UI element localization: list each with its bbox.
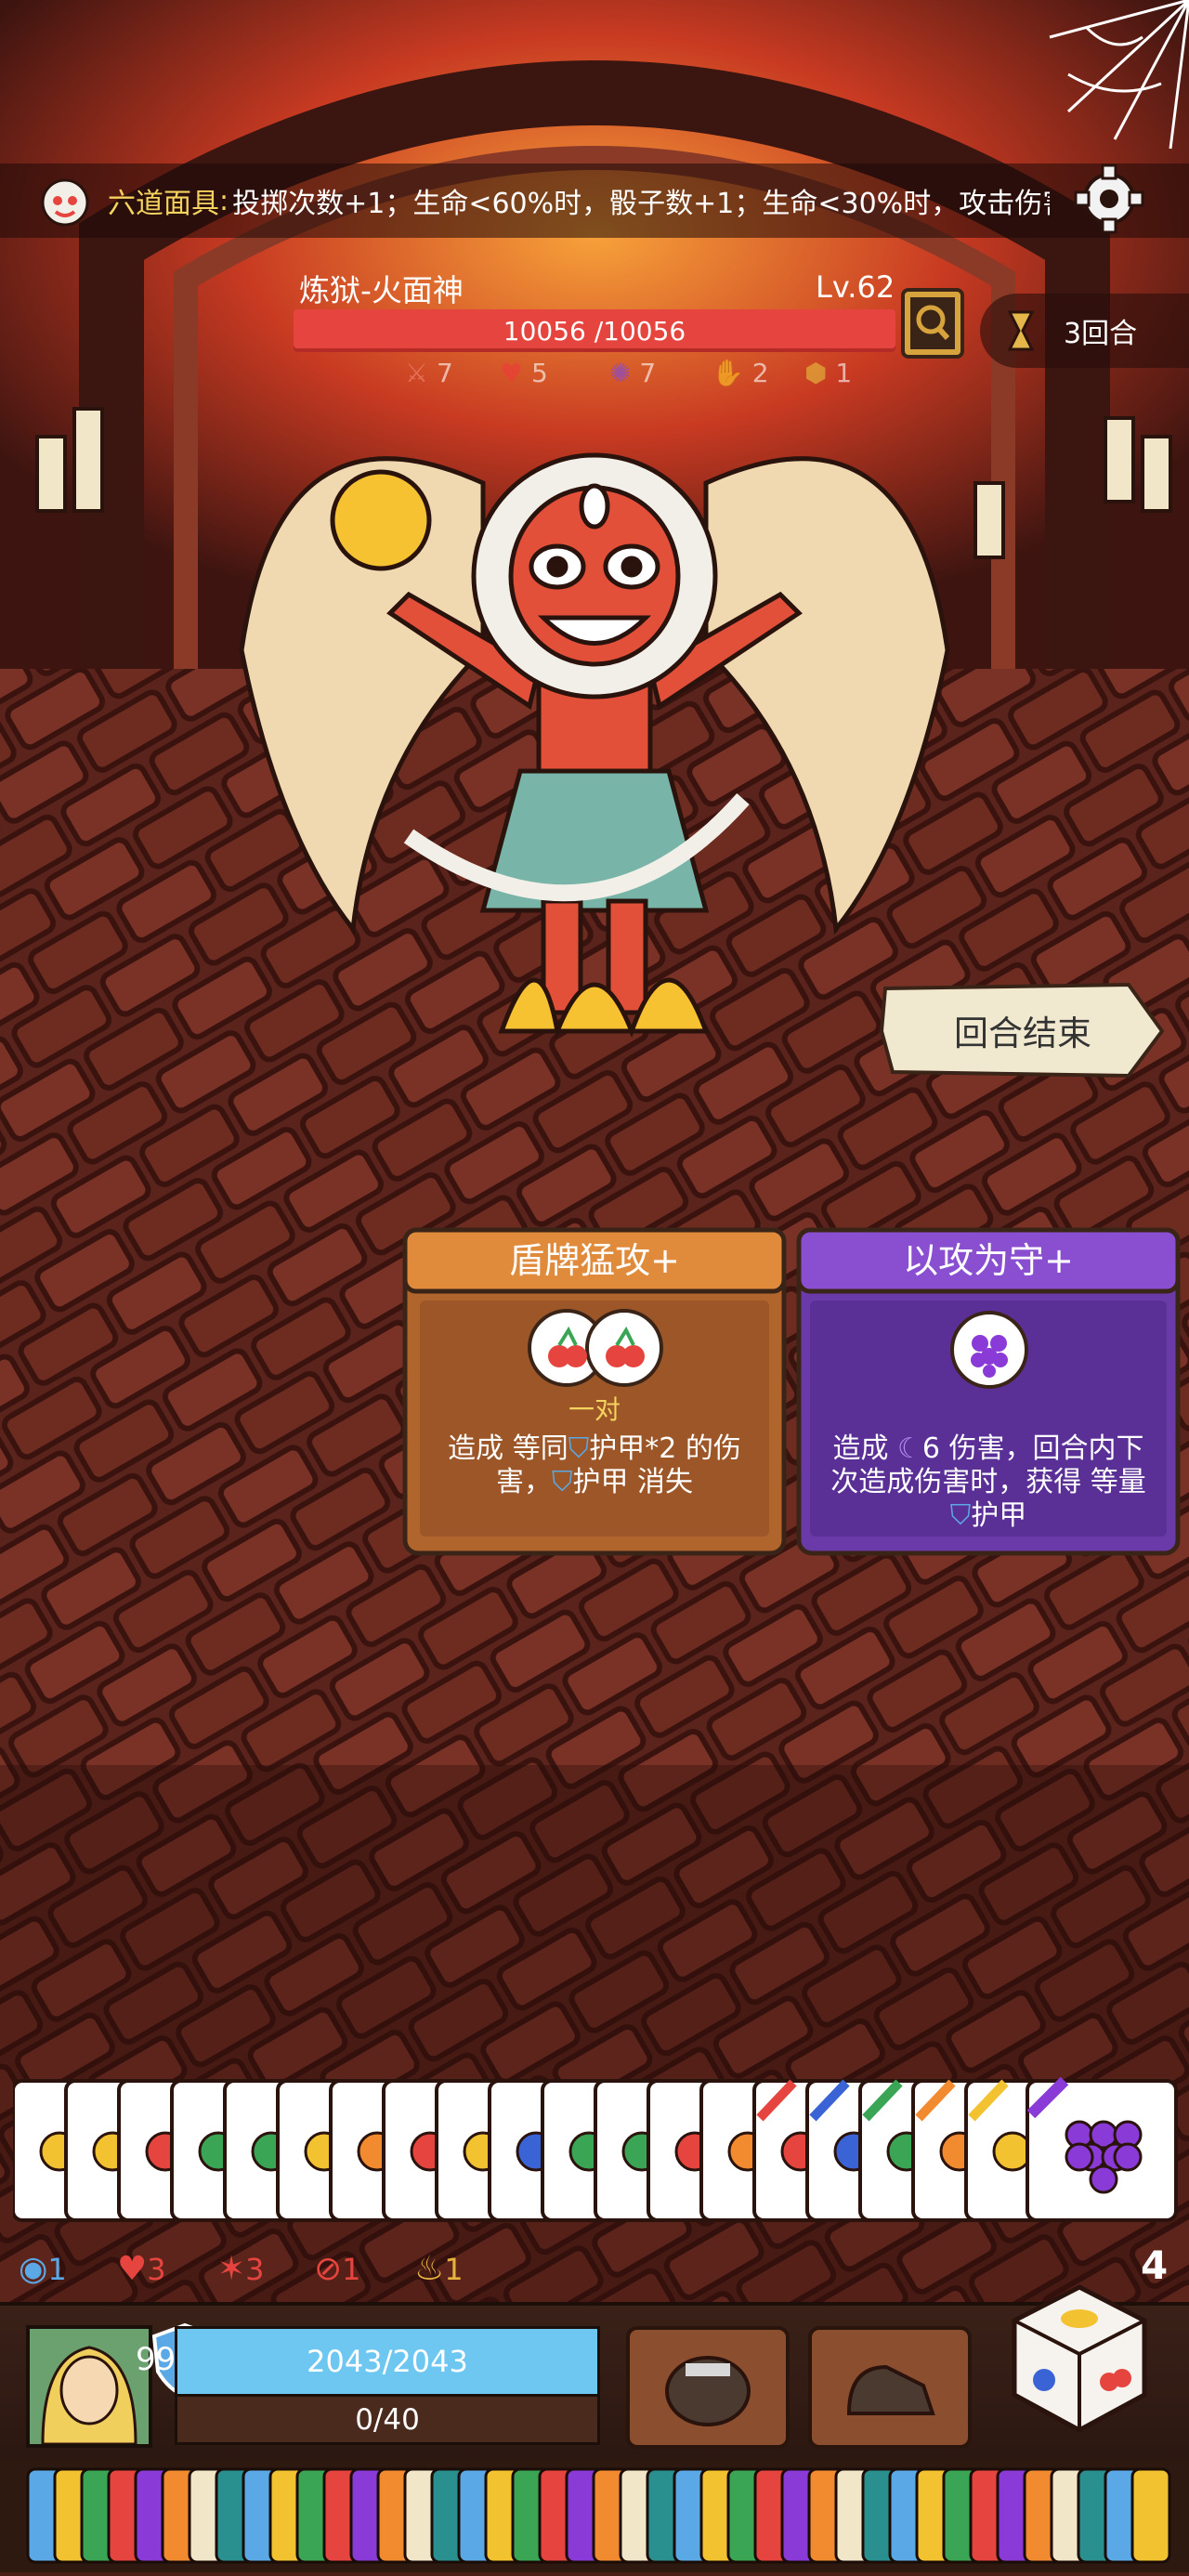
equipment-slot-glove[interactable] (626, 2326, 790, 2449)
card-desc-part: 6 伤害，回合内下 (921, 1432, 1144, 1465)
glove-icon (665, 2356, 751, 2426)
card-description: 造成 等同⛉护甲*2 的伤 害，⛉护甲 消失 (412, 1432, 777, 1499)
card-requirement: 一对 (568, 1394, 621, 1425)
hand-icon: ✋ (712, 358, 744, 388)
mask-relic-icon (41, 178, 89, 227)
shield-icon: ⛉ (568, 1432, 590, 1465)
boss-hp-text: 10056 /10056 (503, 315, 686, 347)
end-turn-label: 回合结束 (954, 1013, 1091, 1053)
player-energy-bar: 0/40 (175, 2397, 600, 2445)
player-energy-text: 0/40 (355, 2402, 420, 2437)
boss-stat-hexagon: ⬢ 1 (804, 358, 852, 388)
boss-stat-value: 5 (523, 358, 548, 388)
relic-name: 六道面具 (108, 188, 219, 220)
player-stat-value: 3 (147, 2251, 166, 2287)
heart-shield-icon: ♥ (117, 2250, 148, 2288)
player-stat-value: 1 (342, 2251, 361, 2287)
magnifier-icon (910, 297, 955, 349)
boss-stat-heart: ♥ 5 (500, 358, 548, 388)
equipment-slot-boot[interactable] (808, 2326, 972, 2449)
eye-icon: ◉ (19, 2250, 48, 2288)
sword-icon: ⚔ (405, 358, 429, 388)
player-stat-no-sword: ⊘ 1 (314, 2250, 361, 2288)
round-counter: 3回合 (980, 294, 1189, 368)
card-desc-part: 护甲 消失 (572, 1466, 694, 1498)
boss-stat-hand: ✋ 2 (712, 358, 769, 388)
player-stat-value: 1 (47, 2251, 67, 2287)
card-desc-part: 造成 等同 (448, 1432, 568, 1465)
splat-icon: ✺ (609, 358, 632, 388)
dice-card-hand[interactable] (13, 2077, 1183, 2226)
inventory-strip[interactable] (0, 2460, 1189, 2572)
round-label: 3回合 (1064, 318, 1138, 350)
card-desc-part: 害， (495, 1466, 552, 1498)
inventory-item[interactable] (1130, 2467, 1171, 2564)
inspect-boss-button[interactable] (901, 288, 964, 359)
boss-stat-sword: ⚔ 7 (405, 358, 453, 388)
card-title: 以攻为守+ (903, 1240, 1074, 1281)
settings-gear-icon[interactable] (1070, 163, 1148, 242)
player-stat-eye: ◉ 1 (19, 2250, 67, 2288)
boss-level: Lv.62 (816, 269, 895, 305)
hexagon-icon: ⬢ (804, 358, 828, 388)
relic-colon: : (219, 184, 229, 217)
boss-stat-value: 1 (827, 358, 853, 388)
relic-description: 投掷次数+1；生命<60%时，骰子数+1；生命<30%时，攻击伤害+ (232, 188, 1051, 220)
shield-icon: ⛉ (551, 1466, 573, 1498)
skill-card-offense-as-defense[interactable]: 以攻为守+ 造成 ☾6 伤害，回合内下 次造成伤害时，获得 等量 ⛉护甲 (795, 1226, 1182, 1557)
player-stat-value: 3 (245, 2251, 265, 2287)
moon-icon: ☾ (897, 1432, 922, 1465)
dice-button[interactable] (1005, 2280, 1154, 2438)
skill-card-shield-bash[interactable]: 盾牌猛攻+ 一对 造成 等同⛉护甲*2 的伤 害，⛉护甲 消失 (401, 1226, 788, 1557)
card-desc-part: 护甲*2 的伤 (589, 1432, 741, 1465)
boss-hp-bar: 10056 /10056 (294, 309, 895, 352)
card-desc-part: 次造成伤害时，获得 等量 (830, 1466, 1146, 1498)
player-stat-claw: ✶ 3 (217, 2250, 265, 2288)
player-stat-heart-shield: ♥ 3 (117, 2250, 166, 2288)
flame-icon: ♨ (414, 2250, 445, 2288)
card-title: 盾牌猛攻+ (509, 1240, 680, 1281)
shield-icon: ⛉ (949, 1499, 972, 1532)
hourglass-icon (1007, 310, 1035, 351)
relic-bar[interactable]: 六道面具 : 投掷次数+1；生命<60%时，骰子数+1；生命<30%时，攻击伤害… (0, 163, 1189, 238)
player-hp-bar: 2043/2043 (175, 2326, 600, 2397)
hand-card[interactable] (1026, 2077, 1178, 2222)
claw-icon: ✶ (217, 2250, 246, 2288)
boss-stat-value: 7 (428, 358, 453, 388)
card-description: 造成 ☾6 伤害，回合内下 次造成伤害时，获得 等量 ⛉护甲 (806, 1432, 1170, 1533)
no-sword-icon: ⊘ (314, 2250, 343, 2288)
player-avatar (26, 2325, 152, 2448)
boss-stat-value: 2 (743, 358, 769, 388)
end-turn-button[interactable]: 回合结束 (878, 979, 1168, 1081)
card-desc-part: 护甲 (971, 1499, 1027, 1532)
cherry-pair-icon (528, 1309, 663, 1387)
player-stat-flame: ♨ 1 (414, 2250, 464, 2288)
card-desc-part: 造成 (832, 1432, 897, 1465)
grape-icon (950, 1311, 1028, 1389)
boss-stat-value: 7 (631, 358, 657, 388)
boss-stat-splat: ✺ 7 (609, 358, 656, 388)
player-hp-text: 2043/2043 (307, 2344, 468, 2379)
player-stat-value: 1 (444, 2251, 464, 2287)
heart-icon: ♥ (500, 358, 524, 388)
boss-name: 炼狱-火面神 (299, 272, 464, 308)
boot-icon (846, 2364, 935, 2415)
